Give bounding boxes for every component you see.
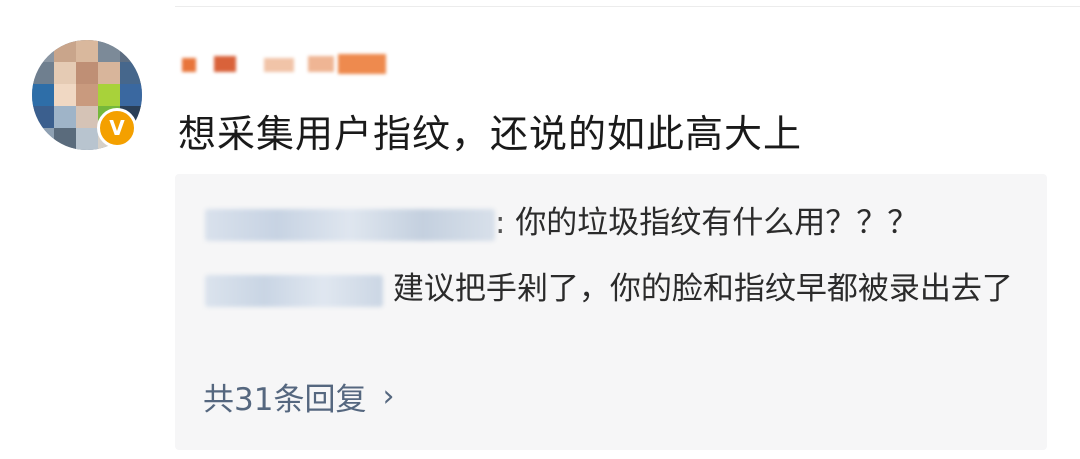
more-replies-label: 共31条回复 bbox=[203, 382, 367, 418]
reply-text: 建议把手剁了，你的脸和指纹早都被录出去了 bbox=[392, 271, 1013, 307]
reply-colon: : bbox=[495, 205, 516, 241]
reply-preview-box[interactable]: : 你的垃圾指纹有什么用？？？ 建议把手剁了，你的脸和指纹早都被录出去了 共31… bbox=[175, 174, 1047, 450]
chevron-right-icon: › bbox=[382, 379, 395, 414]
reply-text: 你的垃圾指纹有什么用？？？ bbox=[515, 205, 919, 241]
top-divider bbox=[175, 6, 1080, 7]
verified-badge-letter: V bbox=[109, 116, 125, 140]
reply-item[interactable]: 建议把手剁了，你的脸和指纹早都被录出去了 bbox=[205, 264, 1035, 314]
reply-item[interactable]: : 你的垃圾指纹有什么用？？？ bbox=[205, 198, 918, 248]
reply-username-blurred[interactable] bbox=[205, 274, 383, 307]
verified-badge-icon: V bbox=[97, 108, 137, 148]
reply-colon bbox=[383, 271, 393, 307]
username-blurred[interactable] bbox=[178, 44, 398, 80]
comment-text: 想采集用户指纹，还说的如此高大上 bbox=[178, 112, 803, 156]
reply-username-blurred[interactable] bbox=[205, 208, 495, 241]
more-replies-link[interactable]: 共31条回复 › bbox=[203, 374, 394, 419]
